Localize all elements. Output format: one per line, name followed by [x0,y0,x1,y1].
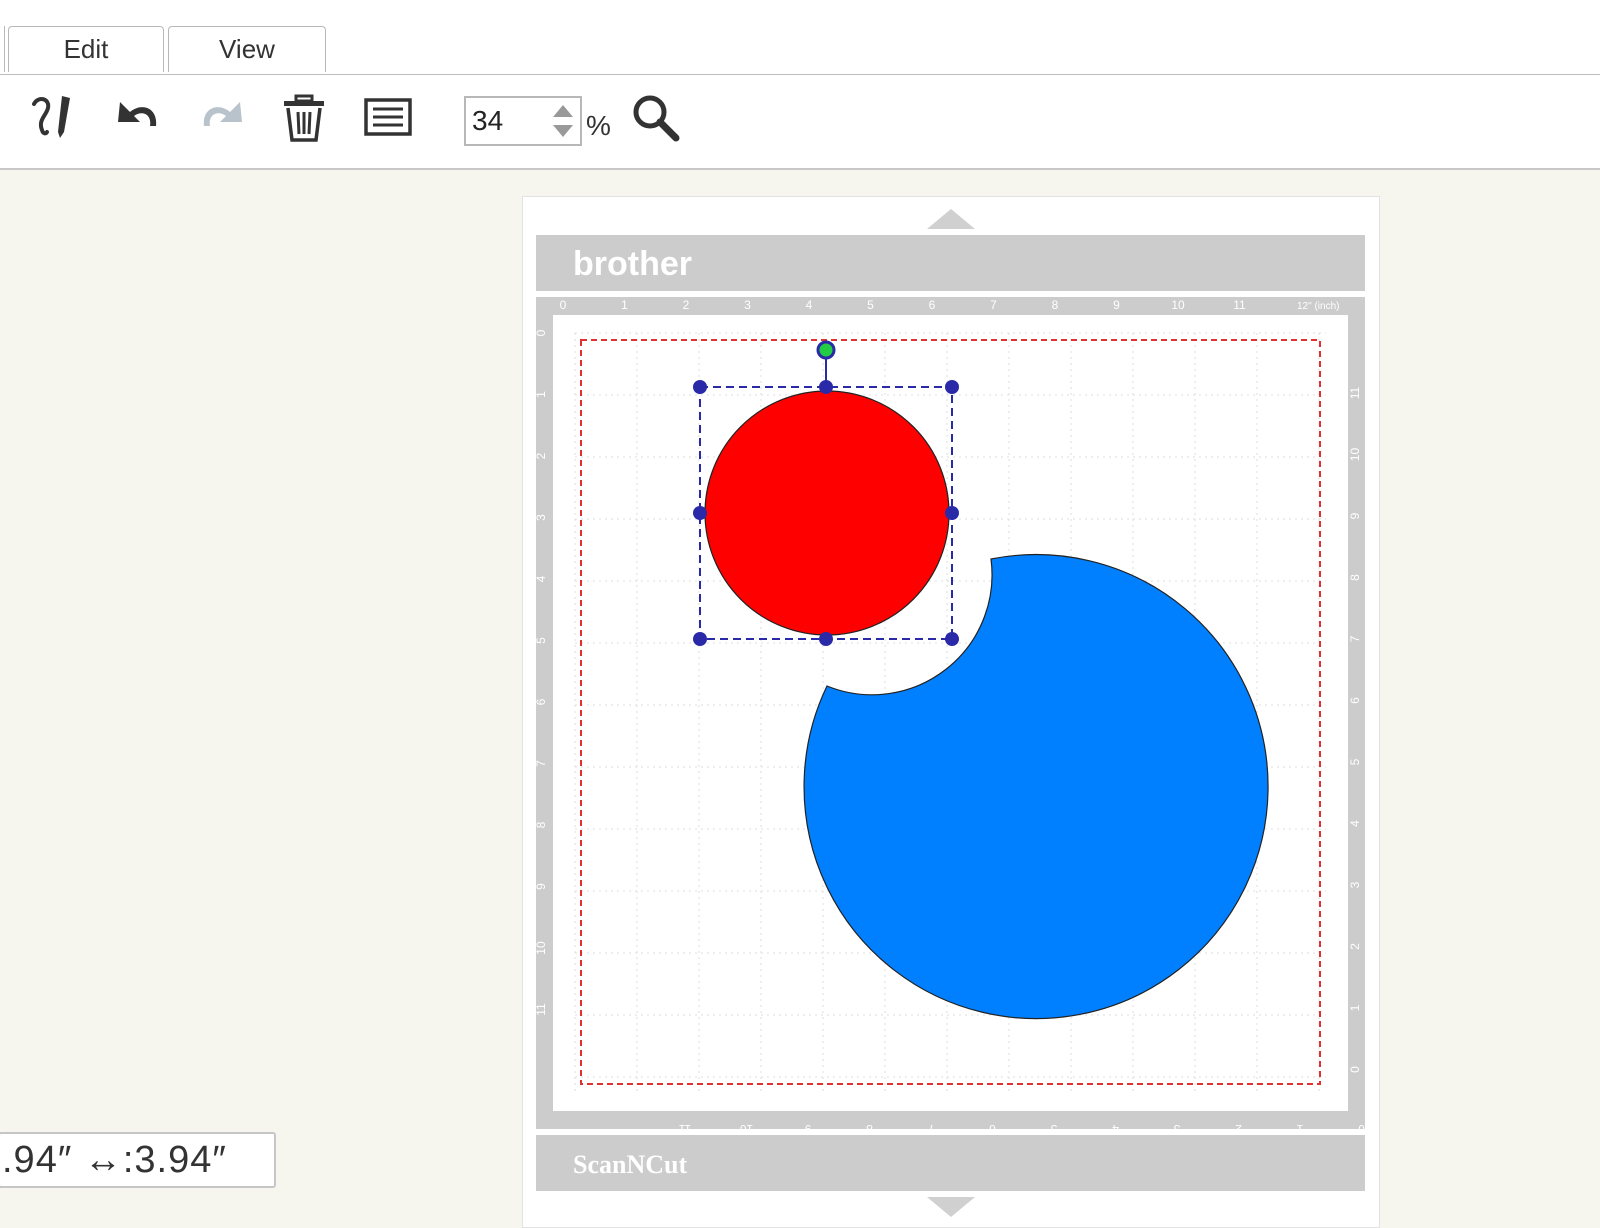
list-icon [364,98,412,136]
undo-button[interactable] [112,92,164,144]
resize-handle-mr[interactable] [945,506,959,520]
ruler-left-label: 4 [534,575,548,582]
ruler-bottom-label: 6 [989,1122,996,1136]
ruler-top-label: 0 [560,298,567,312]
ruler-bottom-label: 8 [866,1122,873,1136]
ruler-top-label: 10 [1171,298,1185,312]
ruler-top-label: 9 [1113,298,1120,312]
ruler-right-label: 2 [1348,943,1362,950]
ruler-bottom-label: 11 [678,1122,691,1136]
menu-tabs: Edit View [0,26,1600,75]
scroll-down-icon[interactable] [927,1197,975,1217]
ruler-right-label: 1 [1348,1004,1362,1011]
brand-top: brother [573,245,692,283]
ruler-bottom-label: 5 [1050,1122,1057,1136]
resize-handle-tr[interactable] [945,380,959,394]
ruler-right-label: 9 [1348,512,1362,519]
ruler-left-label: 1 [534,391,548,398]
ruler-right-label: 6 [1348,697,1362,704]
zoom-search-button[interactable] [630,92,682,144]
resize-handle-tl[interactable] [693,380,707,394]
resize-handle-bl[interactable] [693,632,707,646]
stepper-arrows[interactable] [548,100,578,142]
ruler-left-label: 6 [534,698,548,705]
inch-label: 12" (inch) [1297,301,1339,312]
ruler-left-label: 11 [534,1003,548,1016]
ruler-bottom-label: 2 [1235,1122,1242,1136]
ruler-top-label: 4 [806,298,813,312]
ruler-top-label: 8 [1052,298,1059,312]
ruler-bottom-label: 1 [1296,1122,1303,1136]
ruler-top-label: 11 [1233,298,1246,312]
redo-button[interactable] [196,92,248,144]
resize-handle-bc[interactable] [819,632,833,646]
resize-handle-br[interactable] [945,632,959,646]
mat-drawing: brother 0 1 2 3 4 5 6 7 8 9 10 11012345678910111110… [534,209,1365,1217]
ruler-right-label: 8 [1348,574,1362,581]
trash-icon [284,94,324,142]
ruler-top-label: 5 [867,298,874,312]
ruler-top-label: 6 [929,298,936,312]
brand-bottom: ScanNCut [573,1150,687,1179]
ruler-right-label: 0 [1348,1066,1362,1073]
ruler-right-label: 4 [1348,820,1362,827]
ruler-bottom-label: 9 [804,1122,811,1136]
ruler-bottom-label: 3 [1173,1122,1180,1136]
ruler-left-label: 3 [534,514,548,521]
undo-icon [118,102,157,126]
rotate-handle[interactable] [816,340,836,360]
ruler-left-label: 0 [534,329,548,336]
mat-canvas[interactable]: brother 0 1 2 3 4 5 6 7 8 9 10 11 0 1 2 3 4 5 6 7 8 9 10 11 11 10… [522,196,1380,1228]
resize-handle-tc[interactable] [819,380,833,394]
ruler-right-label: 11 [1348,386,1362,399]
ruler-right-label: 5 [1348,758,1362,765]
zoom-input[interactable] [472,104,542,138]
ruler-left-label: 9 [534,883,548,890]
ruler-top-label: 3 [744,298,751,312]
scroll-up-icon[interactable] [927,209,975,229]
size-readout: .94″ ↔:3.94″ [0,1132,276,1188]
ruler-top-label: 7 [990,298,997,312]
ruler-left-label: 5 [534,637,548,644]
ruler-top-label: 2 [683,298,690,312]
zoom-up-icon[interactable] [553,105,573,117]
tab-view[interactable]: View [168,26,326,72]
zoom-unit: % [586,110,611,141]
ruler-left-label: 10 [534,941,548,955]
draw-button[interactable] [28,92,80,144]
ruler-bottom-label: 7 [927,1122,934,1136]
ruler-right-label: 10 [1348,448,1362,462]
ruler-bottom-label: 10 [740,1122,754,1136]
tab-edit[interactable]: Edit [8,26,164,72]
top-toolbar-area: Edit View 34 % [0,0,1600,170]
ruler-right-label: 3 [1348,881,1362,888]
pen-draw-icon [32,96,70,138]
ruler-left-label: 7 [534,760,548,767]
ruler-left-label: 2 [534,452,548,459]
ruler-bottom-label: 0 [1358,1122,1365,1136]
ruler-top-label: 1 [621,298,628,312]
redo-icon [203,102,242,126]
magnifier-icon [633,95,680,142]
tab-edge [0,26,5,72]
resize-handle-ml[interactable] [693,506,707,520]
ruler-left-label: 8 [534,821,548,828]
ruler-bottom-label: 4 [1112,1122,1119,1136]
zoom-stepper[interactable] [464,96,582,146]
delete-button[interactable] [278,92,330,144]
zoom-down-icon[interactable] [553,125,573,137]
red-circle-shape[interactable] [704,390,950,636]
ruler-right-label: 7 [1348,635,1362,642]
list-button[interactable] [362,92,414,144]
